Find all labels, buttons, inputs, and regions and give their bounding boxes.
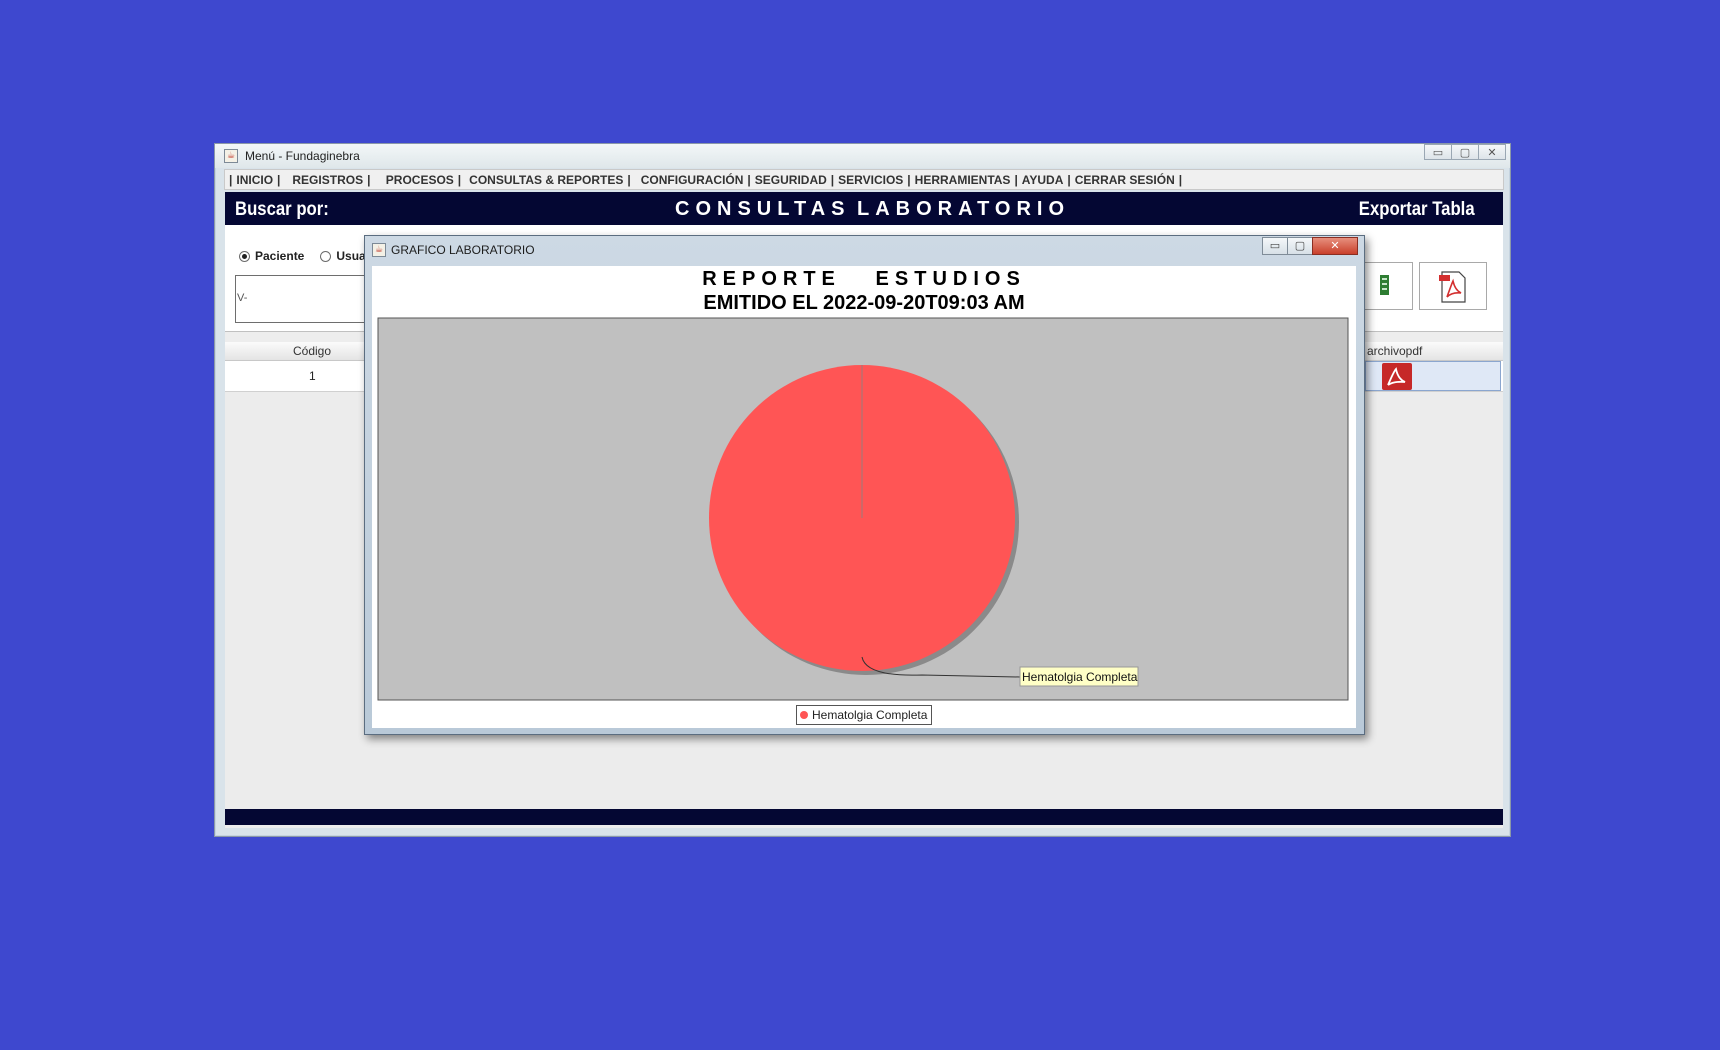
dialog-controls: ▭ ▢ ✕ bbox=[1262, 237, 1358, 255]
menu-separator: | bbox=[830, 172, 835, 187]
pdf-icon bbox=[1382, 363, 1412, 390]
maximize-icon[interactable]: ▢ bbox=[1287, 237, 1313, 255]
menu-separator: | bbox=[1067, 172, 1071, 187]
radio-paciente[interactable] bbox=[239, 250, 250, 262]
pdf-file-icon bbox=[1439, 271, 1466, 303]
chart-dialog: ☕ GRAFICO LABORATORIO ▭ ▢ ✕ REPORTE ESTU… bbox=[364, 235, 1365, 735]
minimize-icon[interactable]: ▭ bbox=[1262, 237, 1288, 255]
legend-swatch bbox=[800, 711, 808, 719]
footer-bar bbox=[225, 809, 1503, 825]
minimize-icon[interactable]: ▭ bbox=[1424, 144, 1452, 160]
menu-separator: | bbox=[907, 172, 911, 187]
search-type-options: Paciente Usua bbox=[239, 249, 366, 263]
dialog-title: GRAFICO LABORATORIO bbox=[391, 243, 535, 257]
menu-procesos[interactable]: PROCESOS bbox=[382, 173, 454, 187]
menu-separator: | bbox=[1178, 172, 1183, 187]
java-app-icon: ☕ bbox=[224, 149, 238, 163]
export-table-label: Exportar Tabla bbox=[1359, 199, 1475, 220]
menu-ayuda[interactable]: AYUDA bbox=[1022, 173, 1064, 187]
menu-servicios[interactable]: SERVICIOS bbox=[838, 173, 903, 187]
export-pdf-button[interactable] bbox=[1419, 262, 1487, 310]
legend-label: Hematolgia Completa bbox=[812, 708, 928, 722]
menu-separator: | bbox=[367, 172, 371, 187]
menubar: | INICIO | REGISTROS | PROCESOS | CONSUL… bbox=[224, 169, 1504, 190]
chart-panel: REPORTE ESTUDIOS EMITIDO EL 2022-09-20T0… bbox=[372, 266, 1356, 728]
menu-separator: | bbox=[1014, 172, 1018, 187]
page-title-laboratorio: LABORATORIO bbox=[857, 198, 1071, 220]
window-controls: ▭ ▢ ✕ bbox=[1424, 144, 1506, 162]
radio-usuario-label: Usua bbox=[336, 249, 366, 263]
chart-legend: Hematolgia Completa bbox=[796, 705, 933, 725]
pie-chart: Hematolgia Completa bbox=[377, 317, 1349, 701]
page-title-consultas: CONSULTAS bbox=[675, 198, 851, 220]
menu-inicio[interactable]: INICIO bbox=[236, 173, 273, 187]
java-app-icon: ☕ bbox=[372, 243, 386, 257]
close-icon[interactable]: ✕ bbox=[1312, 237, 1358, 255]
menu-separator: | bbox=[627, 172, 631, 187]
menu-herramientas[interactable]: HERRAMIENTAS bbox=[915, 173, 1011, 187]
menu-seguridad[interactable]: SEGURIDAD bbox=[755, 173, 827, 187]
window-title: Menú - Fundaginebra bbox=[245, 149, 360, 163]
header-bar: Buscar por: CONSULTAS LABORATORIO Export… bbox=[225, 192, 1503, 225]
close-icon[interactable]: ✕ bbox=[1478, 144, 1506, 160]
column-archivopdf[interactable]: archivopdf bbox=[1367, 344, 1422, 358]
menu-separator: | bbox=[457, 172, 462, 187]
menu-separator: | bbox=[229, 172, 233, 187]
cell-archivopdf[interactable] bbox=[1365, 361, 1501, 391]
menu-configuracion[interactable]: CONFIGURACIÓN bbox=[641, 173, 744, 187]
slice-label: Hematolgia Completa bbox=[1022, 670, 1138, 684]
column-codigo[interactable]: Código bbox=[293, 344, 331, 358]
radio-paciente-label: Paciente bbox=[255, 249, 305, 263]
search-input[interactable]: V- bbox=[235, 275, 375, 323]
menu-registros[interactable]: REGISTROS bbox=[292, 173, 363, 187]
cell-codigo: 1 bbox=[309, 369, 316, 383]
radio-usuario[interactable] bbox=[320, 250, 332, 262]
menu-cerrar-sesion[interactable]: CERRAR SESIÓN bbox=[1075, 173, 1175, 187]
menu-separator: | bbox=[277, 172, 281, 187]
search-by-label: Buscar por: bbox=[235, 199, 329, 220]
maximize-icon[interactable]: ▢ bbox=[1451, 144, 1479, 160]
main-titlebar: ☕ Menú - Fundaginebra ▭ ▢ ✕ bbox=[215, 144, 1510, 168]
menu-consultas-reportes[interactable]: CONSULTAS & REPORTES bbox=[469, 173, 623, 187]
menu-separator: | bbox=[747, 172, 751, 187]
